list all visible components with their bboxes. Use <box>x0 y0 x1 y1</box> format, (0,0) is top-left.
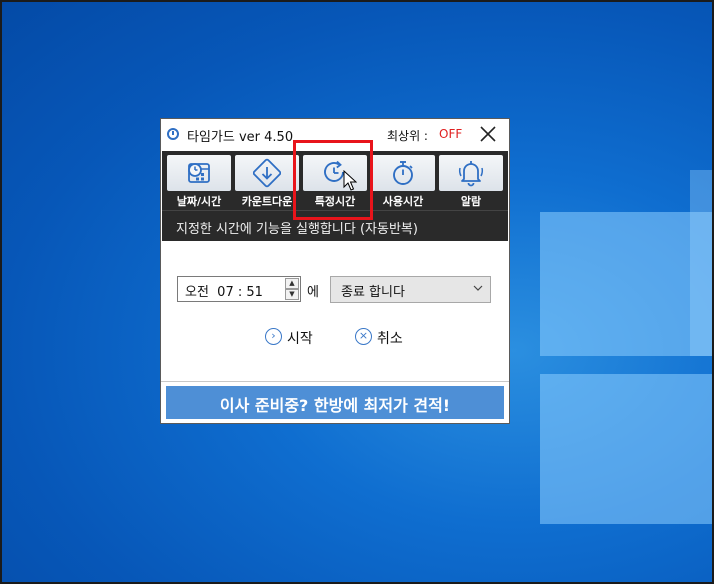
tool-countdown[interactable]: 카운트다운 <box>235 155 299 209</box>
spin-up-button[interactable]: ▲ <box>285 278 299 289</box>
tool-label: 알람 <box>460 195 482 208</box>
countdown-arrow-icon <box>253 158 281 188</box>
close-icon <box>480 126 496 142</box>
calendar-clock-icon <box>188 163 210 183</box>
bell-icon <box>458 161 484 187</box>
tool-date-time[interactable]: 날짜/시간 <box>167 155 231 209</box>
title-bar: 타임가드 ver 4.50 최상위 : OFF <box>161 119 509 151</box>
divider <box>161 381 509 382</box>
cancel-label: 취소 <box>377 331 403 347</box>
ad-banner[interactable]: 이사 준비중? 한방에 최저가 견적! <box>166 386 504 419</box>
mode-description: 지정한 시간에 기능을 실행합니다 (자동반복) <box>176 222 418 237</box>
time-value[interactable]: 오전 07 : 51 <box>185 281 263 300</box>
window-title: 타임가드 ver 4.50 <box>187 130 294 145</box>
stopwatch-icon <box>393 161 413 185</box>
desktop-logo-pane <box>690 170 714 356</box>
tool-label: 카운트다운 <box>241 195 293 208</box>
chevron-right-icon: › <box>265 328 282 345</box>
tool-alarm[interactable]: 알람 <box>439 155 503 209</box>
start-button[interactable]: › 시작 <box>265 326 325 348</box>
ad-text: 이사 준비중? 한방에 최저가 견적! <box>219 396 451 415</box>
time-suffix: 에 <box>307 285 319 300</box>
action-selected-value: 종료 합니다 <box>341 285 405 300</box>
close-button[interactable] <box>477 124 499 146</box>
desktop-logo-pane <box>540 374 714 524</box>
start-label: 시작 <box>287 331 313 347</box>
clock-icon <box>167 128 179 140</box>
tool-specific-time[interactable]: 특정시간 <box>303 155 367 209</box>
tool-usage-time[interactable]: 사용시간 <box>371 155 435 209</box>
topmost-label: 최상위 : <box>387 129 428 143</box>
cancel-button[interactable]: × 취소 <box>355 326 415 348</box>
mouse-cursor-icon <box>343 170 357 191</box>
mode-toolbar: 날짜/시간 카운트다운 특정시간 사용시간 알람 <box>162 151 508 210</box>
tool-label: 날짜/시간 <box>176 195 222 208</box>
time-spinner[interactable]: 오전 07 : 51 ▲ ▼ <box>177 276 301 302</box>
spin-down-button[interactable]: ▼ <box>285 289 299 300</box>
topmost-toggle[interactable]: OFF <box>439 127 462 141</box>
timeguard-window: 타임가드 ver 4.50 최상위 : OFF 날짜/시간 카운트다운 특정시간… <box>160 118 510 424</box>
close-circle-icon: × <box>355 328 372 345</box>
tool-label: 특정시간 <box>314 195 356 208</box>
description-bar: 지정한 시간에 기능을 실행합니다 (자동반복) <box>162 210 508 241</box>
desktop-logo-pane <box>540 212 714 356</box>
chevron-down-icon <box>473 285 483 291</box>
action-select[interactable]: 종료 합니다 <box>330 276 491 303</box>
tool-label: 사용시간 <box>382 195 424 208</box>
